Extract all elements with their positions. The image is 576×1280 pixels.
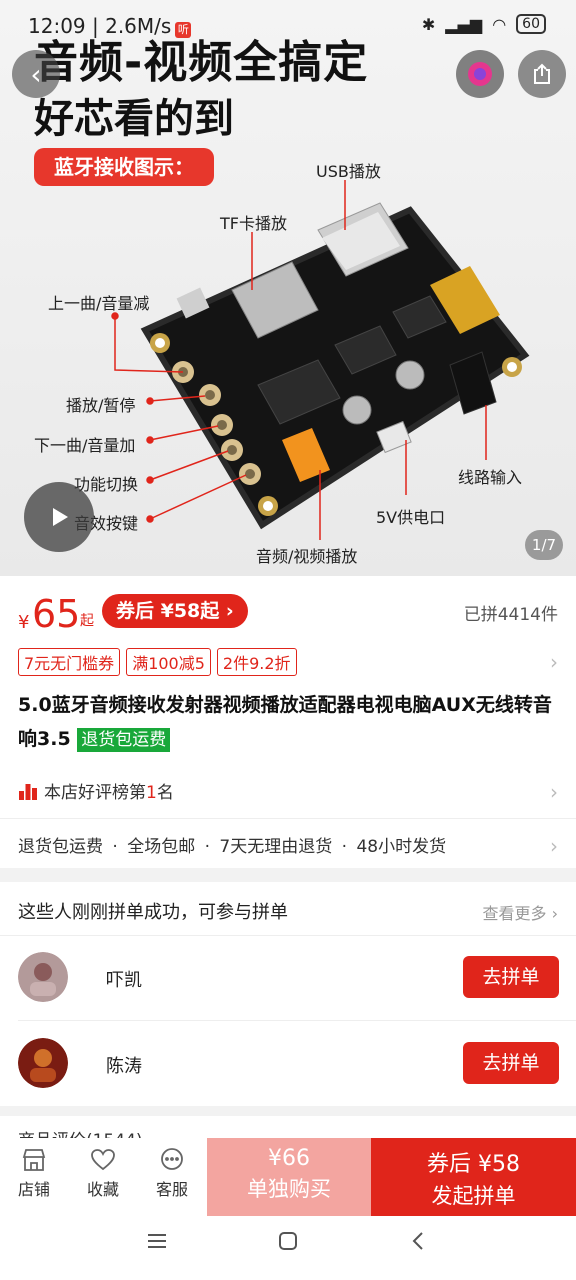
chevron-right-icon: › xyxy=(225,600,234,622)
group-buy-title: 这些人刚刚拼单成功，可参与拼单 xyxy=(18,902,288,923)
brand-logo-icon xyxy=(468,62,492,86)
home-icon[interactable] xyxy=(277,1230,299,1252)
rank-text: 本店好评榜第1名 xyxy=(44,778,174,803)
single-label: 单独购买 xyxy=(247,1177,331,1201)
divider xyxy=(0,818,576,819)
promo-tag[interactable]: 7元无门槛券 xyxy=(18,648,121,676)
shop-rank-row[interactable]: 本店好评榜第1名 xyxy=(18,778,174,803)
heart-icon xyxy=(91,1149,115,1171)
play-icon xyxy=(53,508,68,526)
price-currency: ¥ xyxy=(18,612,30,633)
callout-next: 下一曲/音量加 xyxy=(34,436,136,455)
group-user-name: 吓凯 xyxy=(106,970,142,991)
chevron-right-icon[interactable]: › xyxy=(550,650,558,674)
price-value: 65 xyxy=(32,592,81,636)
rank-prefix: 本店好评榜第 xyxy=(44,783,146,803)
shop-nav-button[interactable]: 店铺 xyxy=(4,1148,64,1200)
chevron-right-icon[interactable]: › xyxy=(550,780,558,804)
share-button[interactable] xyxy=(518,50,566,98)
view-more-link[interactable]: 查看更多 › xyxy=(483,900,559,924)
avatar xyxy=(18,1038,68,1088)
coupon-price-label: 券后 ¥58起 xyxy=(116,600,220,622)
group-label: 发起拼单 xyxy=(431,1184,516,1208)
sold-count: 已拼4414件 xyxy=(463,605,558,625)
divider xyxy=(18,1020,576,1021)
service-guarantees[interactable]: 退货包运费 · 全场包邮 · 7天无理由退货 · 48小时发货 xyxy=(18,832,446,857)
promo-tags[interactable]: 7元无门槛券 满100减5 2件9.2折 xyxy=(18,648,297,676)
back-icon[interactable] xyxy=(408,1230,430,1252)
price-suffix: 起 xyxy=(80,613,94,629)
callout-prev: 上一曲/音量减 xyxy=(48,294,150,313)
callout-play: 播放/暂停 xyxy=(66,396,136,415)
promo-tag[interactable]: 满100减5 xyxy=(126,648,211,676)
single-price: ¥66 xyxy=(268,1146,310,1171)
join-group-button[interactable]: 去拼单 xyxy=(463,956,559,998)
callout-tf: TF卡播放 xyxy=(220,214,287,233)
favorite-label: 收藏 xyxy=(86,1180,119,1199)
callout-power: 5V供电口 xyxy=(376,508,446,527)
shop-icon xyxy=(22,1149,46,1171)
join-group-button[interactable]: 去拼单 xyxy=(463,1042,559,1084)
avatar xyxy=(18,952,68,1002)
product-title: 5.0蓝牙音频接收发射器视频播放适配器电视电脑AUX无线转音响3.5 退货包运费 xyxy=(18,688,558,756)
start-group-buy-button[interactable]: 券后 ¥58 发起拼单 xyxy=(371,1138,576,1216)
rank-chart-icon xyxy=(19,783,37,800)
group-user-name: 陈涛 xyxy=(106,1056,142,1077)
coupon-price-button[interactable]: 券后 ¥58起 › xyxy=(102,594,248,628)
video-play-button[interactable] xyxy=(24,482,94,552)
menu-icon[interactable] xyxy=(146,1230,168,1252)
shop-label: 店铺 xyxy=(17,1180,50,1199)
return-shipping-tag: 退货包运费 xyxy=(77,728,171,752)
rank-number: 1 xyxy=(146,783,157,803)
image-counter: 1/7 xyxy=(525,530,563,560)
callout-usb: USB播放 xyxy=(316,162,381,181)
chevron-right-icon[interactable]: › xyxy=(550,834,558,858)
brand-logo-button[interactable] xyxy=(456,50,504,98)
view-more-label: 查看更多 xyxy=(482,904,547,923)
buy-alone-button[interactable]: ¥66 单独购买 xyxy=(207,1138,371,1216)
service-label: 客服 xyxy=(155,1180,188,1199)
callout-linein: 线路输入 xyxy=(458,468,523,487)
back-button[interactable]: ‹ xyxy=(12,50,60,98)
product-image-carousel[interactable]: 12:09 | 2.6M/s 听 ✱ ▂▄▆ ◠ 60 音频-视频全搞定 好芯看的… xyxy=(0,0,576,576)
rank-suffix: 名 xyxy=(156,783,174,803)
chevron-left-icon: ‹ xyxy=(30,57,42,91)
favorite-nav-button[interactable]: 收藏 xyxy=(73,1148,133,1200)
group-price: 券后 ¥58 xyxy=(427,1152,520,1177)
chat-icon xyxy=(161,1148,183,1170)
share-icon xyxy=(534,63,550,84)
customer-service-nav-button[interactable]: 客服 xyxy=(142,1148,202,1200)
divider xyxy=(0,935,576,936)
callout-av: 音频/视频播放 xyxy=(256,547,358,566)
promo-tag[interactable]: 2件9.2折 xyxy=(216,648,297,676)
